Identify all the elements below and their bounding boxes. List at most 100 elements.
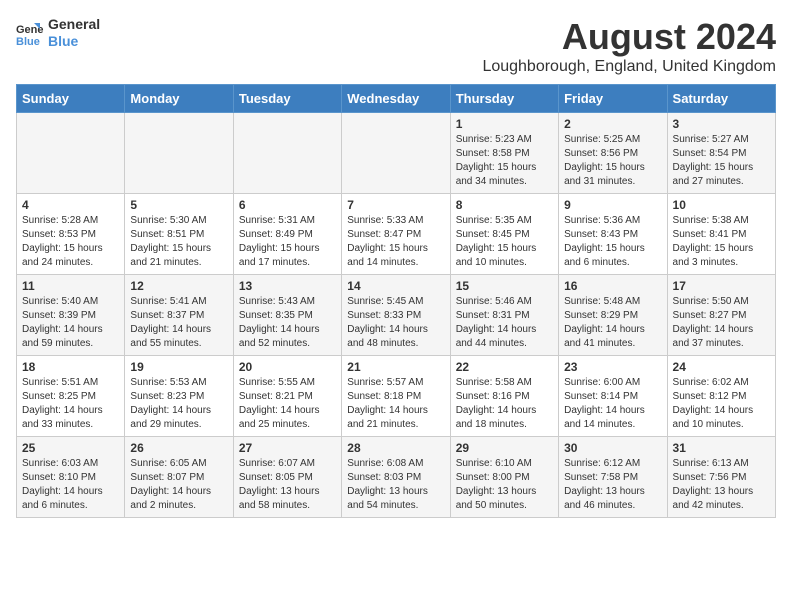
calendar-cell (233, 113, 341, 194)
day-number: 31 (673, 441, 770, 455)
day-info: Sunrise: 6:05 AM Sunset: 8:07 PM Dayligh… (130, 457, 227, 513)
day-info: Sunrise: 6:00 AM Sunset: 8:14 PM Dayligh… (564, 376, 661, 432)
day-info: Sunrise: 6:10 AM Sunset: 8:00 PM Dayligh… (456, 457, 553, 513)
day-info: Sunrise: 5:28 AM Sunset: 8:53 PM Dayligh… (22, 214, 119, 270)
day-info: Sunrise: 6:07 AM Sunset: 8:05 PM Dayligh… (239, 457, 336, 513)
calendar-week-row: 4 Sunrise: 5:28 AM Sunset: 8:53 PM Daylig… (17, 194, 776, 275)
day-number: 19 (130, 360, 227, 374)
day-number: 1 (456, 117, 553, 131)
day-info: Sunrise: 6:12 AM Sunset: 7:58 PM Dayligh… (564, 457, 661, 513)
calendar-cell (17, 113, 125, 194)
day-info: Sunrise: 5:58 AM Sunset: 8:16 PM Dayligh… (456, 376, 553, 432)
day-number: 29 (456, 441, 553, 455)
calendar-table: SundayMondayTuesdayWednesdayThursdayFrid… (16, 84, 776, 518)
calendar-cell (125, 113, 233, 194)
day-number: 18 (22, 360, 119, 374)
calendar-cell: 29 Sunrise: 6:10 AM Sunset: 8:00 PM Dayli… (450, 437, 558, 518)
title-block: August 2024 Loughborough, England, Unite… (482, 16, 776, 76)
day-info: Sunrise: 5:40 AM Sunset: 8:39 PM Dayligh… (22, 295, 119, 351)
day-number: 12 (130, 279, 227, 293)
calendar-cell: 3 Sunrise: 5:27 AM Sunset: 8:54 PM Daylig… (667, 113, 775, 194)
calendar-header-row: SundayMondayTuesdayWednesdayThursdayFrid… (17, 85, 776, 113)
calendar-cell: 8 Sunrise: 5:35 AM Sunset: 8:45 PM Daylig… (450, 194, 558, 275)
day-number: 14 (347, 279, 444, 293)
day-info: Sunrise: 5:25 AM Sunset: 8:56 PM Dayligh… (564, 133, 661, 189)
day-number: 4 (22, 198, 119, 212)
calendar-week-row: 18 Sunrise: 5:51 AM Sunset: 8:25 PM Dayli… (17, 356, 776, 437)
location-subtitle: Loughborough, England, United Kingdom (482, 58, 776, 76)
calendar-week-row: 11 Sunrise: 5:40 AM Sunset: 8:39 PM Dayli… (17, 275, 776, 356)
day-number: 13 (239, 279, 336, 293)
calendar-cell: 17Sunrise: 5:50 AM Sunset: 8:27 PM Dayli… (667, 275, 775, 356)
day-number: 15 (456, 279, 553, 293)
day-info: Sunrise: 5:57 AM Sunset: 8:18 PM Dayligh… (347, 376, 444, 432)
calendar-week-row: 25 Sunrise: 6:03 AM Sunset: 8:10 PM Dayli… (17, 437, 776, 518)
calendar-cell: 27 Sunrise: 6:07 AM Sunset: 8:05 PM Dayli… (233, 437, 341, 518)
day-info: Sunrise: 5:43 AM Sunset: 8:35 PM Dayligh… (239, 295, 336, 351)
calendar-cell: 2 Sunrise: 5:25 AM Sunset: 8:56 PM Daylig… (559, 113, 667, 194)
day-info: Sunrise: 6:08 AM Sunset: 8:03 PM Dayligh… (347, 457, 444, 513)
day-info: Sunrise: 5:31 AM Sunset: 8:49 PM Dayligh… (239, 214, 336, 270)
day-header-friday: Friday (559, 85, 667, 113)
day-number: 30 (564, 441, 661, 455)
day-info: Sunrise: 5:50 AM Sunset: 8:27 PM Dayligh… (673, 295, 770, 351)
calendar-cell: 24Sunrise: 6:02 AM Sunset: 8:12 PM Dayli… (667, 356, 775, 437)
day-number: 10 (673, 198, 770, 212)
calendar-cell: 13 Sunrise: 5:43 AM Sunset: 8:35 PM Dayli… (233, 275, 341, 356)
day-header-monday: Monday (125, 85, 233, 113)
day-info: Sunrise: 5:30 AM Sunset: 8:51 PM Dayligh… (130, 214, 227, 270)
logo-text-line2: Blue (48, 33, 100, 50)
day-number: 28 (347, 441, 444, 455)
day-info: Sunrise: 5:45 AM Sunset: 8:33 PM Dayligh… (347, 295, 444, 351)
day-info: Sunrise: 6:02 AM Sunset: 8:12 PM Dayligh… (673, 376, 770, 432)
calendar-cell: 19 Sunrise: 5:53 AM Sunset: 8:23 PM Dayli… (125, 356, 233, 437)
day-number: 20 (239, 360, 336, 374)
day-info: Sunrise: 6:03 AM Sunset: 8:10 PM Dayligh… (22, 457, 119, 513)
day-number: 6 (239, 198, 336, 212)
calendar-cell: 21 Sunrise: 5:57 AM Sunset: 8:18 PM Dayli… (342, 356, 450, 437)
day-info: Sunrise: 5:35 AM Sunset: 8:45 PM Dayligh… (456, 214, 553, 270)
calendar-cell: 4 Sunrise: 5:28 AM Sunset: 8:53 PM Daylig… (17, 194, 125, 275)
day-number: 22 (456, 360, 553, 374)
day-header-wednesday: Wednesday (342, 85, 450, 113)
calendar-week-row: 1 Sunrise: 5:23 AM Sunset: 8:58 PM Daylig… (17, 113, 776, 194)
day-info: Sunrise: 5:46 AM Sunset: 8:31 PM Dayligh… (456, 295, 553, 351)
day-number: 27 (239, 441, 336, 455)
day-number: 7 (347, 198, 444, 212)
day-number: 9 (564, 198, 661, 212)
day-info: Sunrise: 5:55 AM Sunset: 8:21 PM Dayligh… (239, 376, 336, 432)
day-number: 5 (130, 198, 227, 212)
day-number: 8 (456, 198, 553, 212)
calendar-cell: 18 Sunrise: 5:51 AM Sunset: 8:25 PM Dayli… (17, 356, 125, 437)
day-header-saturday: Saturday (667, 85, 775, 113)
day-info: Sunrise: 5:23 AM Sunset: 8:58 PM Dayligh… (456, 133, 553, 189)
calendar-cell: 30 Sunrise: 6:12 AM Sunset: 7:58 PM Dayli… (559, 437, 667, 518)
calendar-cell: 10Sunrise: 5:38 AM Sunset: 8:41 PM Dayli… (667, 194, 775, 275)
day-header-sunday: Sunday (17, 85, 125, 113)
calendar-cell: 7Sunrise: 5:33 AM Sunset: 8:47 PM Daylig… (342, 194, 450, 275)
day-info: Sunrise: 6:13 AM Sunset: 7:56 PM Dayligh… (673, 457, 770, 513)
day-number: 25 (22, 441, 119, 455)
day-info: Sunrise: 5:48 AM Sunset: 8:29 PM Dayligh… (564, 295, 661, 351)
day-number: 3 (673, 117, 770, 131)
day-info: Sunrise: 5:36 AM Sunset: 8:43 PM Dayligh… (564, 214, 661, 270)
day-number: 2 (564, 117, 661, 131)
calendar-cell: 12Sunrise: 5:41 AM Sunset: 8:37 PM Dayli… (125, 275, 233, 356)
logo-text-line1: General (48, 16, 100, 33)
page-header: General Blue General Blue August 2024 Lo… (16, 16, 776, 76)
calendar-cell: 25 Sunrise: 6:03 AM Sunset: 8:10 PM Dayli… (17, 437, 125, 518)
day-number: 11 (22, 279, 119, 293)
calendar-cell: 31 Sunrise: 6:13 AM Sunset: 7:56 PM Dayli… (667, 437, 775, 518)
day-header-tuesday: Tuesday (233, 85, 341, 113)
day-info: Sunrise: 5:51 AM Sunset: 8:25 PM Dayligh… (22, 376, 119, 432)
day-number: 21 (347, 360, 444, 374)
calendar-cell: 11 Sunrise: 5:40 AM Sunset: 8:39 PM Dayli… (17, 275, 125, 356)
day-number: 16 (564, 279, 661, 293)
calendar-cell: 6 Sunrise: 5:31 AM Sunset: 8:49 PM Daylig… (233, 194, 341, 275)
day-info: Sunrise: 5:53 AM Sunset: 8:23 PM Dayligh… (130, 376, 227, 432)
calendar-cell: 1 Sunrise: 5:23 AM Sunset: 8:58 PM Daylig… (450, 113, 558, 194)
calendar-cell: 22 Sunrise: 5:58 AM Sunset: 8:16 PM Dayli… (450, 356, 558, 437)
day-info: Sunrise: 5:27 AM Sunset: 8:54 PM Dayligh… (673, 133, 770, 189)
day-number: 26 (130, 441, 227, 455)
calendar-cell: 9 Sunrise: 5:36 AM Sunset: 8:43 PM Daylig… (559, 194, 667, 275)
